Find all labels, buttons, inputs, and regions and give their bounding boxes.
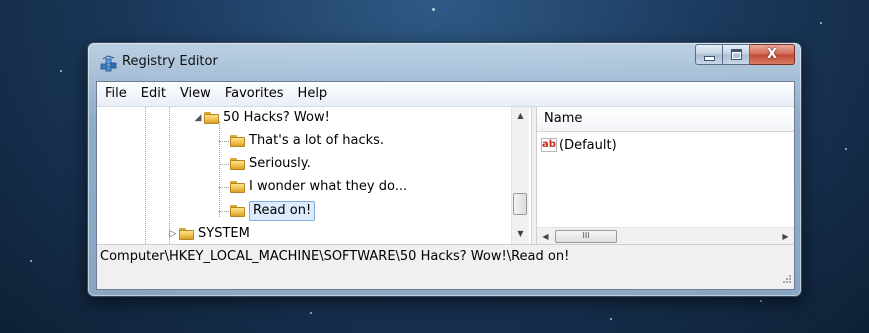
values-list-pane[interactable]: Name ab (Default) ◀ III ▶	[537, 107, 794, 245]
tree-guide-line	[219, 141, 229, 142]
tree-node-label: I wonder what they do...	[249, 179, 408, 194]
value-row-default[interactable]: ab (Default)	[541, 135, 617, 155]
scroll-down-arrow-icon[interactable]: ▼	[512, 225, 529, 242]
close-icon: X	[766, 47, 778, 62]
tree-node-50-hacks[interactable]: ◢ 50 Hacks? Wow!	[192, 107, 330, 129]
tree-node-child[interactable]: That's a lot of hacks.	[230, 130, 384, 152]
scroll-up-arrow-icon[interactable]: ▲	[512, 107, 529, 124]
caption-buttons: X	[695, 44, 795, 65]
tree-node-child[interactable]: I wonder what they do...	[230, 176, 407, 198]
scroll-thumb[interactable]	[513, 193, 527, 215]
close-button[interactable]: X	[750, 44, 795, 65]
expanded-arrow-icon[interactable]: ◢	[192, 107, 204, 129]
tree-vertical-scrollbar[interactable]: ▲ ▼	[511, 107, 529, 244]
column-header-label: Name	[544, 111, 583, 126]
registry-editor-window: Registry Editor X File Edit View Favorit…	[87, 42, 802, 297]
folder-icon	[230, 135, 245, 147]
scroll-right-arrow-icon[interactable]: ▶	[777, 228, 794, 245]
registry-tree-pane[interactable]: ◢ 50 Hacks? Wow! That's a lot of hacks. …	[97, 107, 531, 244]
registry-editor-app-icon	[100, 55, 117, 72]
menu-edit[interactable]: Edit	[134, 83, 173, 105]
status-path: Computer\HKEY_LOCAL_MACHINE\SOFTWARE\50 …	[100, 249, 570, 264]
maximize-icon	[730, 49, 742, 60]
tree-guide-line	[145, 107, 146, 244]
tree-node-label: 50 Hacks? Wow!	[223, 110, 330, 125]
resize-grip-icon[interactable]	[781, 273, 791, 283]
folder-icon	[179, 228, 194, 240]
collapsed-arrow-icon[interactable]: ▷	[167, 223, 179, 244]
tree-node-label: Read on!	[249, 201, 316, 221]
menu-favorites[interactable]: Favorites	[218, 83, 291, 105]
window-client-area: File Edit View Favorites Help ◢ 50 Hacks…	[96, 81, 795, 290]
string-value-icon: ab	[541, 138, 557, 152]
tree-node-label: SYSTEM	[198, 226, 250, 241]
folder-icon	[230, 205, 245, 217]
maximize-button[interactable]	[723, 44, 750, 65]
folder-icon	[230, 158, 245, 170]
menu-help[interactable]: Help	[291, 83, 335, 105]
column-header-name[interactable]: Name	[537, 107, 794, 132]
tree-node-label: Seriously.	[249, 156, 311, 171]
tree-node-system[interactable]: ▷ SYSTEM	[167, 223, 250, 244]
scroll-thumb[interactable]: III	[555, 230, 617, 243]
values-horizontal-scrollbar[interactable]: ◀ III ▶	[537, 227, 794, 245]
tree-guide-line	[219, 187, 229, 188]
tree-guide-line	[219, 211, 229, 212]
minimize-icon	[703, 55, 715, 61]
status-bar: Computer\HKEY_LOCAL_MACHINE\SOFTWARE\50 …	[97, 244, 794, 289]
tree-guide-line	[219, 164, 229, 165]
tree-node-selected[interactable]: Read on!	[230, 200, 316, 222]
scroll-left-arrow-icon[interactable]: ◀	[537, 228, 554, 245]
title-bar[interactable]: Registry Editor X	[88, 43, 801, 81]
folder-icon	[230, 181, 245, 193]
folder-icon	[204, 112, 219, 124]
value-name: (Default)	[559, 137, 617, 153]
menu-bar: File Edit View Favorites Help	[97, 82, 794, 107]
menu-view[interactable]: View	[173, 83, 218, 105]
tree-node-label: That's a lot of hacks.	[249, 133, 385, 148]
tree-node-child[interactable]: Seriously.	[230, 153, 311, 175]
tree-guide-line	[219, 121, 220, 217]
minimize-button[interactable]	[695, 44, 723, 65]
menu-file[interactable]: File	[97, 83, 134, 105]
window-title: Registry Editor	[122, 54, 218, 69]
